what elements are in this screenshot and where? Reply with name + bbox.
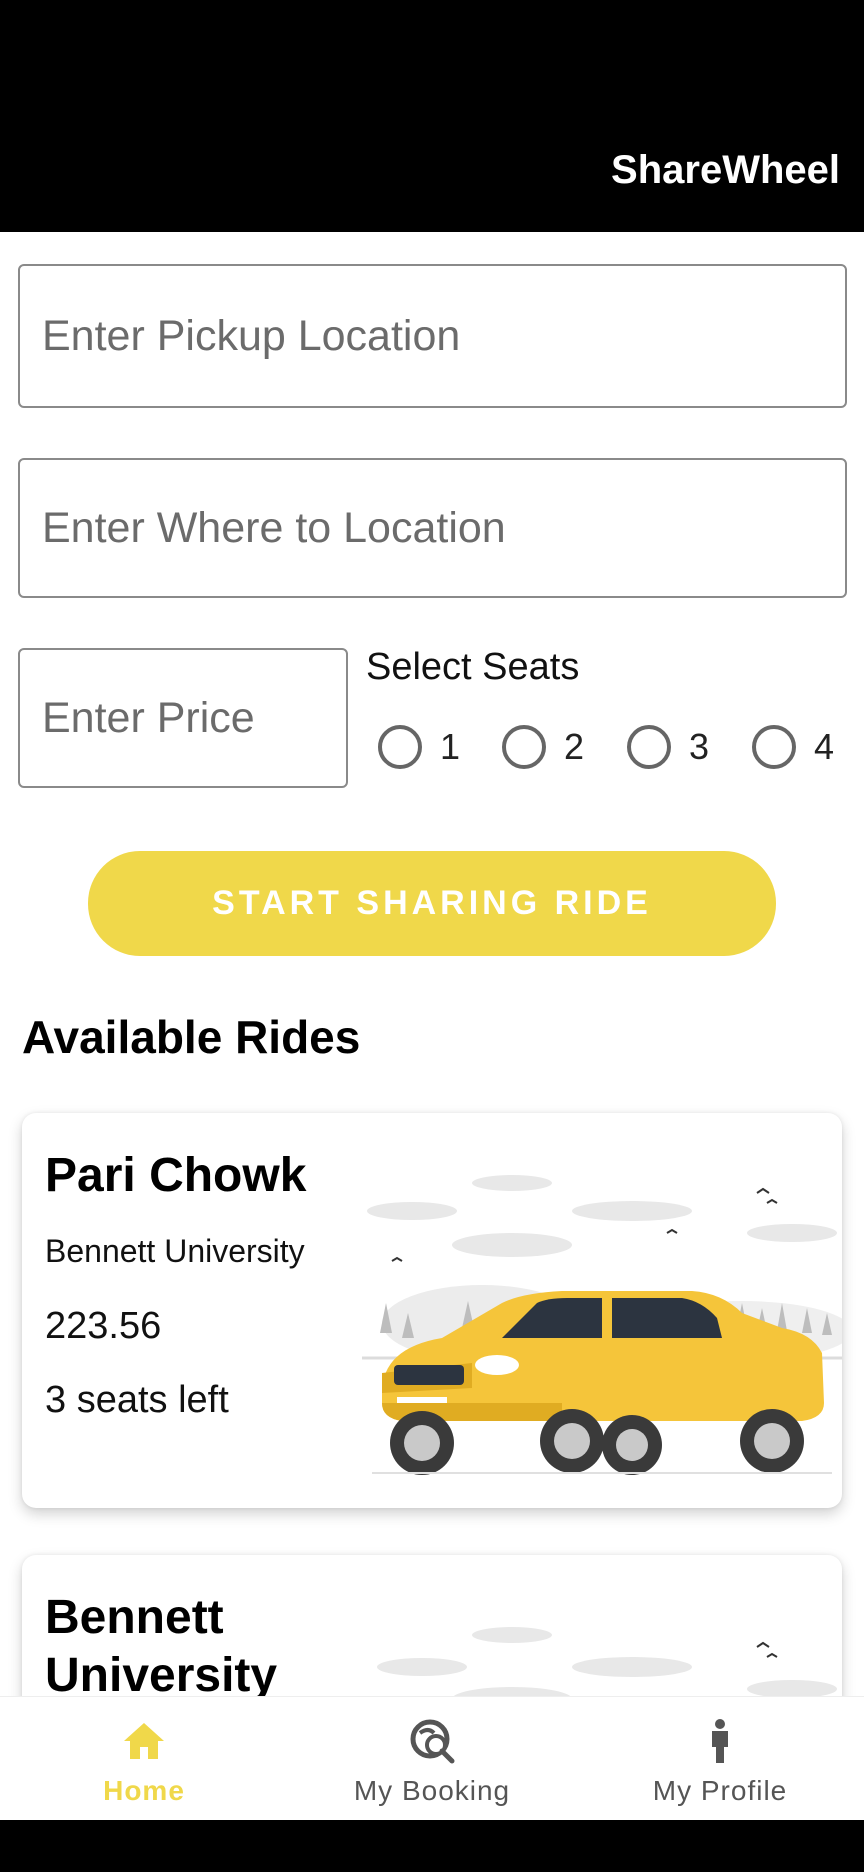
ride-from: Pari Chowk xyxy=(45,1149,307,1202)
destination-location-input[interactable] xyxy=(20,460,845,596)
ride-card[interactable]: Pari Chowk Bennett University 223.56 3 s… xyxy=(22,1113,842,1508)
seat-option-2[interactable]: 2 xyxy=(502,722,584,772)
available-rides-title: Available Rides xyxy=(22,1011,361,1063)
radio-button[interactable] xyxy=(627,725,671,769)
seat-option-label: 2 xyxy=(564,726,585,767)
radio-button[interactable] xyxy=(502,725,546,769)
start-sharing-ride-button[interactable]: START SHARING RIDE xyxy=(88,851,776,956)
nav-item-home[interactable]: Home xyxy=(0,1697,288,1821)
pickup-location-field[interactable] xyxy=(18,264,847,408)
bottom-navigation: Home My Booking My Profile xyxy=(0,1696,864,1820)
seat-option-4[interactable]: 4 xyxy=(752,722,834,772)
ride-from: Bennett University xyxy=(45,1591,278,1702)
price-field[interactable] xyxy=(18,648,348,788)
system-navigation-bar xyxy=(0,1820,864,1872)
seat-option-3[interactable]: 3 xyxy=(627,722,709,772)
seat-option-1[interactable]: 1 xyxy=(378,722,460,772)
ride-seats-left: 3 seats left xyxy=(45,1379,229,1421)
radio-button[interactable] xyxy=(752,725,796,769)
home-icon xyxy=(124,1723,164,1759)
app-bar: ShareWheel xyxy=(0,0,864,232)
person-icon xyxy=(712,1719,728,1763)
booking-search-icon xyxy=(410,1719,455,1764)
select-seats-label: Select Seats xyxy=(366,646,580,688)
radio-button[interactable] xyxy=(378,725,422,769)
app-title: ShareWheel xyxy=(611,148,840,192)
nav-label-my-profile: My Profile xyxy=(652,1775,788,1806)
seat-option-label: 1 xyxy=(440,726,461,767)
nav-label-home: Home xyxy=(103,1775,185,1806)
nav-item-my-profile[interactable]: My Profile xyxy=(576,1697,864,1821)
car-illustration xyxy=(362,1175,842,1475)
nav-item-my-booking[interactable]: My Booking xyxy=(288,1697,576,1821)
destination-location-field[interactable] xyxy=(18,458,847,598)
seat-option-label: 4 xyxy=(814,726,835,767)
seat-option-label: 3 xyxy=(689,726,710,767)
nav-label-my-booking: My Booking xyxy=(353,1775,511,1806)
ride-price: 223.56 xyxy=(45,1305,162,1347)
price-input[interactable] xyxy=(20,650,346,786)
pickup-location-input[interactable] xyxy=(20,266,845,406)
ride-to: Bennett University xyxy=(45,1233,305,1269)
